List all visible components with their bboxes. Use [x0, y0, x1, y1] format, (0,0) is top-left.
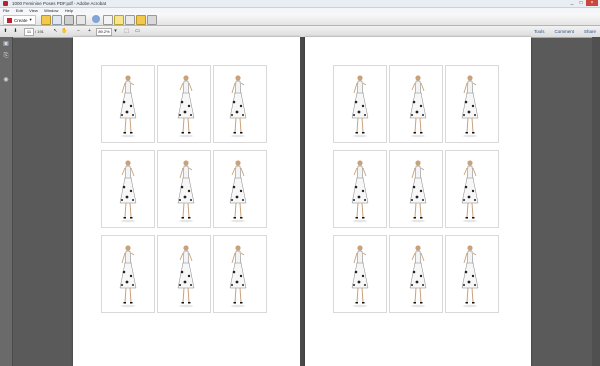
woman-in-floral-dress-figure	[461, 245, 479, 308]
zoom-in-icon[interactable]: +	[86, 28, 93, 35]
settings-icon[interactable]	[92, 15, 100, 23]
woman-in-floral-dress-figure	[351, 75, 369, 138]
pose-thumbnail	[157, 150, 211, 228]
attachment-icon[interactable]: ⎘	[3, 53, 9, 59]
minimize-button[interactable]: _	[568, 0, 576, 6]
highlight-icon[interactable]	[125, 15, 135, 25]
bookmark-icon[interactable]: ◉	[3, 77, 9, 83]
share-panel-link[interactable]: Share	[584, 28, 596, 35]
woman-in-floral-dress-figure	[119, 75, 137, 138]
pose-thumbnail	[213, 150, 267, 228]
pose-thumbnail	[389, 235, 443, 313]
previous-page-icon[interactable]: ⬆	[2, 28, 9, 35]
pose-thumbnail	[333, 150, 387, 228]
woman-in-floral-dress-figure	[409, 160, 427, 223]
woman-in-floral-dress-figure	[229, 75, 247, 138]
tools-panel-link[interactable]: Tools	[534, 28, 545, 35]
fit-page-icon[interactable]: ⬚	[123, 28, 130, 35]
open-icon[interactable]	[41, 15, 51, 25]
woman-in-floral-dress-figure	[119, 160, 137, 223]
window-title: 1000 Feminine Poses PDF.pdf - Adobe Acro…	[12, 1, 107, 6]
pose-thumbnail	[101, 150, 155, 228]
comment-icon[interactable]	[103, 15, 113, 25]
sticky-note-icon[interactable]	[114, 15, 124, 25]
next-page-icon[interactable]: ⬇	[12, 28, 19, 35]
hand-tool-icon[interactable]: ✋	[61, 28, 68, 35]
create-icon	[7, 17, 12, 23]
create-label: Create	[14, 17, 28, 23]
woman-in-floral-dress-figure	[409, 245, 427, 308]
woman-in-floral-dress-figure	[177, 160, 195, 223]
task-panels: Tools Comment Share	[534, 28, 596, 35]
pose-thumbnail	[101, 235, 155, 313]
woman-in-floral-dress-figure	[177, 75, 195, 138]
woman-in-floral-dress-figure	[461, 75, 479, 138]
main-toolbar: Create ▾	[0, 13, 600, 26]
print-icon[interactable]	[64, 15, 74, 25]
pose-thumbnail	[157, 65, 211, 143]
comment-panel-link[interactable]: Comment	[554, 28, 574, 35]
pose-thumbnail	[389, 65, 443, 143]
acrobat-app-icon	[3, 1, 8, 6]
woman-in-floral-dress-figure	[409, 75, 427, 138]
vertical-scrollbar[interactable]	[592, 37, 600, 366]
pose-thumbnail	[445, 65, 499, 143]
chevron-down-icon: ▾	[29, 17, 32, 22]
pose-thumbnail	[389, 150, 443, 228]
page-left	[73, 37, 300, 366]
woman-in-floral-dress-figure	[177, 245, 195, 308]
woman-in-floral-dress-figure	[119, 245, 137, 308]
zoom-level[interactable]: 89.2%	[96, 28, 112, 36]
fit-width-icon[interactable]: ▭	[134, 28, 141, 35]
pose-thumbnail	[213, 65, 267, 143]
email-icon[interactable]	[76, 15, 86, 25]
woman-in-floral-dress-figure	[229, 160, 247, 223]
page-number-input[interactable]: 11	[24, 28, 34, 36]
pose-thumbnail	[333, 65, 387, 143]
title-bar: 1000 Feminine Poses PDF.pdf - Adobe Acro…	[0, 0, 600, 8]
create-button[interactable]: Create ▾	[3, 15, 36, 25]
woman-in-floral-dress-figure	[351, 245, 369, 308]
share-icon[interactable]	[147, 15, 157, 25]
pose-thumbnail	[445, 150, 499, 228]
zoom-out-icon[interactable]: −	[75, 28, 82, 35]
window-controls: _ □ ×	[568, 0, 598, 7]
pages-icon[interactable]: ▣	[3, 41, 9, 47]
pose-thumbnail	[101, 65, 155, 143]
pose-thumbnail	[445, 235, 499, 313]
zoom-dropdown-icon[interactable]: ▾	[112, 28, 119, 35]
pose-thumbnail	[333, 235, 387, 313]
navigation-pane: ▣ ⎘ ◉	[0, 37, 13, 366]
woman-in-floral-dress-figure	[461, 160, 479, 223]
woman-in-floral-dress-figure	[229, 245, 247, 308]
pose-thumbnail	[157, 235, 211, 313]
close-button[interactable]: ×	[586, 0, 598, 6]
page-right	[305, 37, 531, 366]
select-tool-icon[interactable]: ↖	[52, 28, 59, 35]
woman-in-floral-dress-figure	[351, 160, 369, 223]
save-icon[interactable]	[52, 15, 62, 25]
stamp-icon[interactable]	[136, 15, 146, 25]
pose-thumbnail	[213, 235, 267, 313]
maximize-button[interactable]: □	[577, 0, 585, 6]
page-total: / 191	[35, 29, 44, 34]
